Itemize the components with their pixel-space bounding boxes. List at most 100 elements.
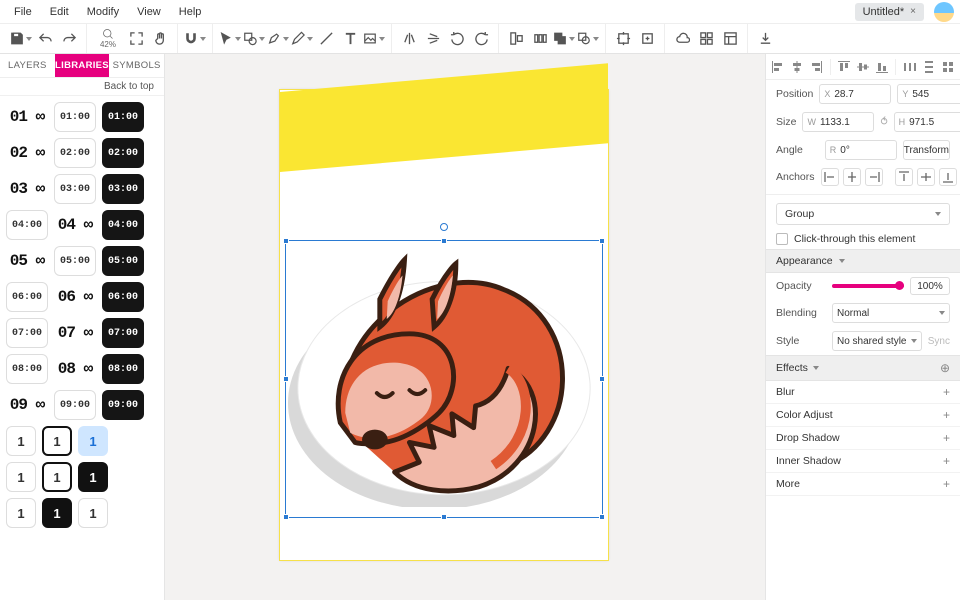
export-icon[interactable] <box>754 28 776 50</box>
tidy-icon[interactable] <box>939 58 956 76</box>
library-item[interactable]: 1 <box>6 426 36 456</box>
align-vcenter-icon[interactable] <box>855 58 872 76</box>
element-type-select[interactable]: Group <box>776 203 950 225</box>
library-item[interactable]: 06:00 <box>6 282 48 312</box>
library-item[interactable]: 09:00 <box>54 390 96 420</box>
library-item[interactable]: 1 <box>78 498 108 528</box>
close-icon[interactable]: × <box>910 6 916 17</box>
layout-icon[interactable] <box>719 28 741 50</box>
size-w-field[interactable]: W1133.1 <box>802 112 874 132</box>
resize-handle[interactable] <box>441 238 447 244</box>
opacity-slider[interactable] <box>832 284 904 288</box>
library-item[interactable]: 01:00 <box>54 102 96 132</box>
click-through-checkbox[interactable]: Click-through this element <box>776 233 950 245</box>
align-bottom-icon[interactable] <box>873 58 890 76</box>
shape-icon[interactable] <box>243 28 265 50</box>
anchor-top-icon[interactable] <box>895 168 913 186</box>
sync-button[interactable]: Sync <box>928 336 950 347</box>
effects-section-header[interactable]: Effects ⊕ <box>766 355 960 381</box>
mask-icon[interactable] <box>577 28 599 50</box>
angle-field[interactable]: R0° <box>825 140 897 160</box>
transform-button[interactable]: Transform <box>903 140 950 160</box>
align-left-icon[interactable] <box>770 58 787 76</box>
distribute-h-icon[interactable] <box>901 58 918 76</box>
menu-file[interactable]: File <box>6 2 40 22</box>
library-item[interactable]: 02:00 <box>102 138 144 168</box>
flip-h-icon[interactable] <box>398 28 420 50</box>
snap-icon[interactable] <box>184 28 206 50</box>
flip-v-icon[interactable] <box>422 28 444 50</box>
link-size-icon[interactable]: ⥀ <box>880 112 887 132</box>
resize-handle[interactable] <box>283 376 289 382</box>
library-item[interactable]: 1 <box>42 462 72 492</box>
document-tab[interactable]: Untitled* × <box>855 3 924 21</box>
align-hcenter-icon[interactable] <box>789 58 806 76</box>
add-effect-icon[interactable]: ⊕ <box>940 361 950 375</box>
resize-handle[interactable] <box>283 238 289 244</box>
library-item[interactable]: 05 ∞ <box>6 246 48 276</box>
distribute-v-icon[interactable] <box>920 58 937 76</box>
effect-more[interactable]: More+ <box>766 473 960 496</box>
menu-view[interactable]: View <box>129 2 169 22</box>
anchor-bottom-icon[interactable] <box>939 168 957 186</box>
library-item[interactable]: 04:00 <box>102 210 144 240</box>
menu-help[interactable]: Help <box>171 2 210 22</box>
effect-color-adjust[interactable]: Color Adjust+ <box>766 404 960 427</box>
pen-icon[interactable] <box>267 28 289 50</box>
component-create-icon[interactable] <box>612 28 634 50</box>
cloud-icon[interactable] <box>671 28 693 50</box>
library-item[interactable]: 06:00 <box>102 282 144 312</box>
avatar[interactable] <box>934 2 954 22</box>
library-item[interactable]: 1 <box>42 498 72 528</box>
library-item[interactable]: 08:00 <box>6 354 48 384</box>
blending-select[interactable]: Normal <box>832 303 950 323</box>
rotate-ccw-icon[interactable] <box>446 28 468 50</box>
text-icon[interactable] <box>339 28 361 50</box>
selection-box[interactable] <box>285 240 603 518</box>
effect-blur[interactable]: Blur+ <box>766 381 960 404</box>
resize-handle[interactable] <box>599 514 605 520</box>
anchor-left-icon[interactable] <box>821 168 839 186</box>
resize-handle[interactable] <box>283 514 289 520</box>
library-item[interactable]: 05:00 <box>102 246 144 276</box>
pencil-icon[interactable] <box>291 28 313 50</box>
anchor-right-icon[interactable] <box>865 168 883 186</box>
grid-icon[interactable] <box>695 28 717 50</box>
redo-icon[interactable] <box>58 28 80 50</box>
resize-handle[interactable] <box>599 238 605 244</box>
opacity-value-field[interactable]: 100% <box>910 277 950 295</box>
library-item[interactable]: 1 <box>78 426 108 456</box>
align-top-icon[interactable] <box>836 58 853 76</box>
effect-inner-shadow[interactable]: Inner Shadow+ <box>766 450 960 473</box>
image-icon[interactable] <box>363 28 385 50</box>
menu-modify[interactable]: Modify <box>79 2 127 22</box>
tab-layers[interactable]: LAYERS <box>0 54 55 77</box>
align-group-icon[interactable] <box>505 28 527 50</box>
position-x-field[interactable]: X28.7 <box>819 84 891 104</box>
style-select[interactable]: No shared style <box>832 331 922 351</box>
library-item[interactable]: 01 ∞ <box>6 102 48 132</box>
library-item[interactable]: 07:00 <box>102 318 144 348</box>
menu-edit[interactable]: Edit <box>42 2 77 22</box>
anchor-vcenter-icon[interactable] <box>917 168 935 186</box>
library-item[interactable]: 1 <box>78 462 108 492</box>
canvas[interactable] <box>165 54 765 600</box>
library-item[interactable]: 1 <box>6 498 36 528</box>
tab-symbols[interactable]: SYMBOLS <box>109 54 164 77</box>
library-item[interactable]: 09 ∞ <box>6 390 48 420</box>
resize-handle[interactable] <box>599 376 605 382</box>
anchor-hcenter-icon[interactable] <box>843 168 861 186</box>
library-item[interactable]: 08 ∞ <box>54 354 96 384</box>
library-item[interactable]: 04:00 <box>6 210 48 240</box>
library-item[interactable]: 06 ∞ <box>54 282 96 312</box>
effect-drop-shadow[interactable]: Drop Shadow+ <box>766 427 960 450</box>
position-y-field[interactable]: Y545 <box>897 84 960 104</box>
size-h-field[interactable]: H971.5 <box>894 112 960 132</box>
library-item[interactable]: 01:00 <box>102 102 144 132</box>
undo-icon[interactable] <box>34 28 56 50</box>
zoom-indicator[interactable]: 42% <box>93 28 123 49</box>
library-item[interactable]: 07 ∞ <box>54 318 96 348</box>
boolean-icon[interactable] <box>553 28 575 50</box>
library-item[interactable]: 07:00 <box>6 318 48 348</box>
library-item[interactable]: 04 ∞ <box>54 210 96 240</box>
